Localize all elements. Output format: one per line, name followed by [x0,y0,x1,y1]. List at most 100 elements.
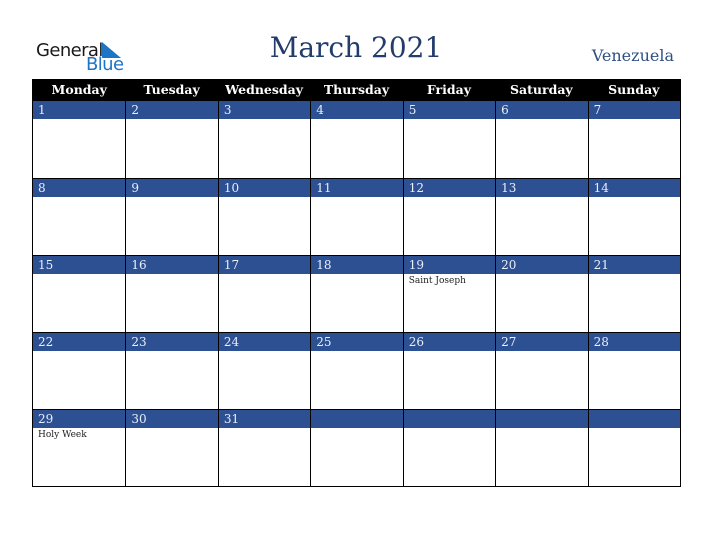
holiday-event [496,351,587,353]
holiday-event [219,119,310,121]
week-row: 29 Holy Week 30 31 [33,409,680,486]
day-cell[interactable]: 2 [125,101,218,178]
holiday-event [33,197,125,199]
day-cell[interactable]: 9 [125,179,218,255]
day-number: 25 [311,333,403,351]
week-row: 1234567 [33,101,680,178]
day-number: 20 [496,256,588,274]
day-cell[interactable] [587,410,680,486]
holiday-event [311,428,402,430]
holiday-event [589,428,680,430]
day-number: 16 [126,256,218,274]
day-number: 22 [33,333,126,351]
holiday-event [311,119,402,121]
day-cell[interactable]: 13 [495,179,588,255]
weekday-header-tuesday: Tuesday [143,82,200,97]
holiday-event [404,119,495,121]
day-number [403,410,496,428]
day-cell[interactable] [495,410,588,486]
day-number: 5 [403,101,496,119]
day-cell[interactable]: 6 [495,101,588,178]
holiday-event [311,197,402,199]
day-cell[interactable] [310,410,403,486]
holiday-event [404,197,495,199]
day-cell[interactable]: 7 [587,101,680,178]
day-cell[interactable]: 26 [402,333,496,409]
day-cell[interactable]: 18 [310,256,403,332]
week-row: 22 23 24 25 26 27 28 [33,332,680,409]
day-number: 26 [403,333,496,351]
day-number: 12 [403,179,496,197]
day-cell[interactable]: 15 [33,256,126,332]
day-cell[interactable]: 11 [310,179,403,255]
day-number: 13 [496,179,588,197]
day-number: 18 [311,256,403,274]
holiday-event [219,274,310,276]
day-number: 3 [218,101,311,119]
day-number: 1 [33,101,126,119]
day-cell[interactable]: 1 [33,101,126,178]
holiday-event [589,274,680,276]
holiday-event [126,119,217,121]
weekday-header-wednesday: Wednesday [225,82,304,97]
day-cell[interactable]: 4 [310,101,403,178]
holiday-event [219,351,310,353]
holiday-event [589,351,680,353]
day-cell[interactable]: 20 [495,256,588,332]
holiday-event [33,274,125,276]
day-number: 8 [33,179,126,197]
day-number [311,410,403,428]
holiday-event [404,428,495,430]
weekday-header-row: Monday Tuesday Wednesday Thursday Friday Satu… [33,79,680,101]
holiday-event [219,197,310,199]
day-cell[interactable]: 23 [125,333,218,409]
holiday-event [589,119,680,121]
holiday-event [33,351,125,353]
weekday-header-saturday: Saturday [510,82,573,97]
holiday-event [496,119,587,121]
holiday-event [33,119,125,121]
day-number: 17 [218,256,311,274]
day-cell[interactable]: 5 [402,101,496,178]
day-cell[interactable]: 14 [587,179,680,255]
day-cell[interactable]: 29 Holy Week [33,410,126,486]
weekday-header-thursday: Thursday [323,82,390,97]
day-number: 4 [311,101,403,119]
day-cell[interactable]: 16 [125,256,218,332]
day-number: 9 [126,179,218,197]
holiday-event [126,351,217,353]
day-cell[interactable]: 12 [402,179,496,255]
day-number: 24 [218,333,311,351]
day-cell[interactable]: 10 [217,179,311,255]
day-cell[interactable]: 8 [33,179,126,255]
weekday-header-sunday: Sunday [608,82,660,97]
day-cell[interactable]: 27 [495,333,588,409]
day-cell[interactable]: 19 Saint Joseph [402,256,496,332]
holiday-event [404,351,495,353]
day-cell[interactable]: 21 [587,256,680,332]
week-row: 8 9 10 11 12 13 14 [33,178,680,255]
day-cell[interactable] [402,410,496,486]
holiday-event [126,197,217,199]
day-cell[interactable]: 30 [125,410,218,486]
day-number [588,410,680,428]
day-number: 23 [126,333,218,351]
day-cell[interactable]: 22 [33,333,126,409]
day-cell[interactable]: 31 [217,410,311,486]
day-cell[interactable]: 3 [217,101,311,178]
day-number: 11 [311,179,403,197]
holiday-event [496,428,587,430]
day-number: 28 [588,333,680,351]
day-number: 15 [33,256,126,274]
day-number: 7 [588,101,680,119]
day-cell[interactable]: 25 [310,333,403,409]
day-number: 14 [588,179,680,197]
day-cell[interactable]: 28 [587,333,680,409]
day-number: 27 [496,333,588,351]
weekday-header-monday: Monday [51,82,107,97]
country-label: Venezuela [591,46,674,65]
day-cell[interactable]: 17 [217,256,311,332]
day-cell[interactable]: 24 [217,333,311,409]
week-row: 15 16 17 18 19 Saint Joseph 20 21 [33,255,680,332]
day-number: 6 [496,101,588,119]
